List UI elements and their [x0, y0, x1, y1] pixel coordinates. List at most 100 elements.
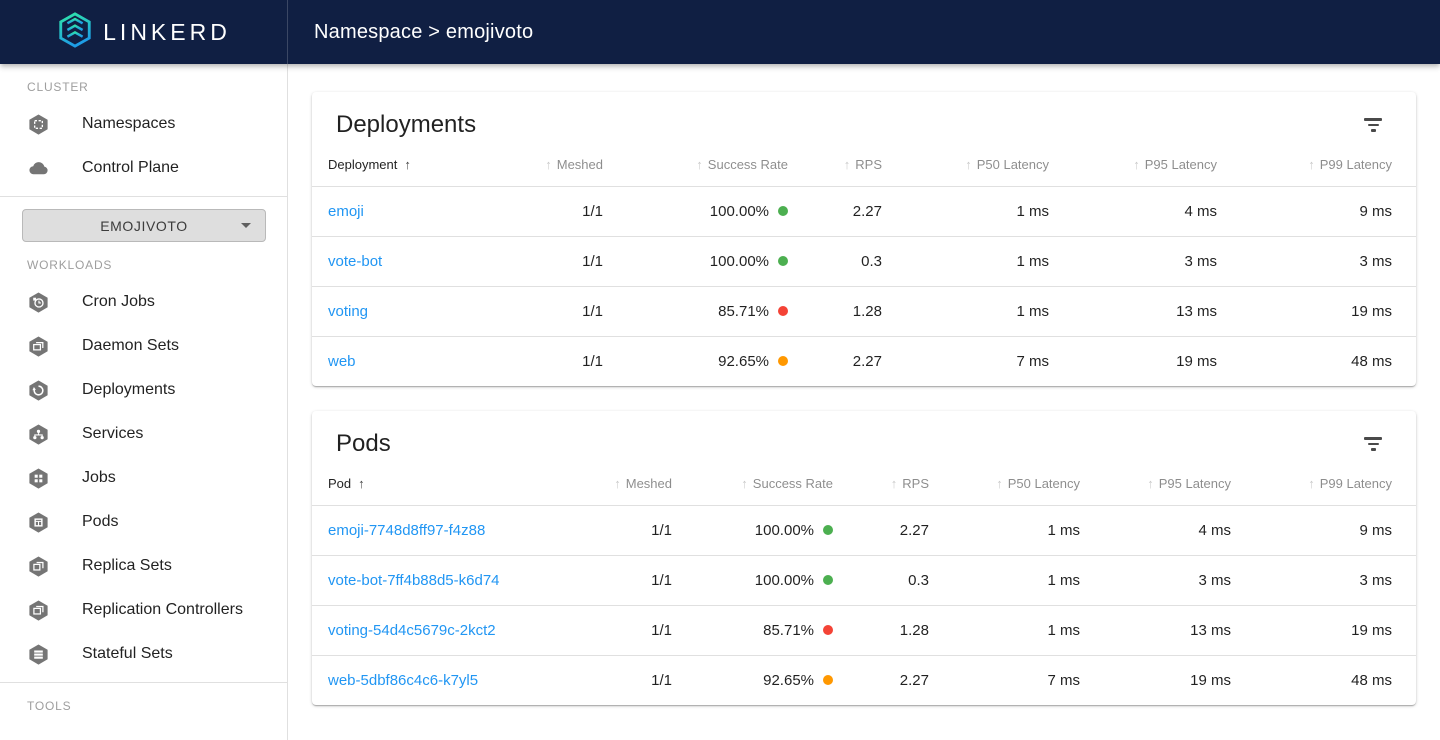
pods-card-title: Pods: [336, 430, 391, 458]
pod-link[interactable]: vote-bot-7ff4b88d5-k6d74: [328, 572, 500, 589]
cell-success-rate: 100.00%: [672, 556, 833, 606]
column-header-p50-latency[interactable]: ↑P50 Latency: [882, 145, 1049, 187]
namespace-select-value: EMOJIVOTO: [100, 218, 188, 234]
breadcrumb: Namespace > emojivoto: [314, 21, 533, 44]
deployment-link[interactable]: vote-bot: [328, 253, 382, 270]
pods-icon: [27, 511, 50, 534]
sort-asc-icon: ↑: [1308, 476, 1315, 491]
sidebar-item-cron-jobs[interactable]: Cron Jobs: [0, 280, 287, 324]
column-header-success-rate[interactable]: ↑Success Rate: [672, 464, 833, 506]
cell-p99-latency: 19 ms: [1231, 606, 1416, 656]
cell-p99-latency: 19 ms: [1217, 287, 1416, 337]
sort-asc-icon: ↑: [996, 476, 1003, 491]
sidebar-item-jobs[interactable]: Jobs: [0, 456, 287, 500]
deployments-table: Deployment↑ ↑Meshed ↑Success Rate ↑RPS ↑: [312, 145, 1416, 386]
cell-meshed: 1/1: [562, 556, 672, 606]
cell-meshed: 1/1: [562, 656, 672, 706]
column-header-meshed[interactable]: ↑Meshed: [492, 145, 603, 187]
cell-meshed: 1/1: [492, 287, 603, 337]
column-header-deployment[interactable]: Deployment↑: [312, 145, 492, 187]
success-rate-status-dot: [778, 356, 788, 366]
deployment-row: emoji 1/1 100.00% 2.27 1 ms 4 ms 9 ms: [312, 187, 1416, 237]
sidebar-item-deployments[interactable]: Deployments: [0, 368, 287, 412]
sidebar-item-services[interactable]: Services: [0, 412, 287, 456]
column-header-rps[interactable]: ↑RPS: [833, 464, 929, 506]
deployments-icon: [27, 379, 50, 402]
cell-rps: 2.27: [788, 187, 882, 237]
deployment-row: web 1/1 92.65% 2.27 7 ms 19 ms 48 ms: [312, 337, 1416, 387]
sidebar-item-pods[interactable]: Pods: [0, 500, 287, 544]
cell-pod-name: emoji-7748d8ff97-f4z88: [312, 506, 562, 556]
deployment-link[interactable]: voting: [328, 303, 368, 320]
cell-success-rate: 85.71%: [603, 287, 788, 337]
sort-asc-icon: ↑: [741, 476, 748, 491]
pod-link[interactable]: emoji-7748d8ff97-f4z88: [328, 522, 485, 539]
sidebar-item-replication-controllers[interactable]: Replication Controllers: [0, 588, 287, 632]
column-header-meshed[interactable]: ↑Meshed: [562, 464, 672, 506]
pods-table: Pod↑ ↑Meshed ↑Success Rate ↑RPS ↑P50 Lat: [312, 464, 1416, 705]
sidebar-divider: [0, 682, 287, 683]
cell-p95-latency: 19 ms: [1049, 337, 1217, 387]
header-breadcrumb-area: Namespace > emojivoto: [288, 0, 1440, 64]
cell-success-rate: 92.65%: [603, 337, 788, 387]
pod-link[interactable]: web-5dbf86c4c6-k7yl5: [328, 672, 478, 689]
cell-rps: 2.27: [833, 506, 929, 556]
column-header-p99-latency[interactable]: ↑P99 Latency: [1217, 145, 1416, 187]
sort-asc-icon: ↑: [965, 157, 972, 172]
success-rate-status-dot: [823, 525, 833, 535]
column-header-p99-latency[interactable]: ↑P99 Latency: [1231, 464, 1416, 506]
deployments-table-header-row: Deployment↑ ↑Meshed ↑Success Rate ↑RPS ↑: [312, 145, 1416, 187]
column-header-rps[interactable]: ↑RPS: [788, 145, 882, 187]
column-header-success-rate[interactable]: ↑Success Rate: [603, 145, 788, 187]
cell-rps: 0.3: [833, 556, 929, 606]
cell-p95-latency: 4 ms: [1080, 506, 1231, 556]
cell-p95-latency: 13 ms: [1049, 287, 1217, 337]
column-header-pod[interactable]: Pod↑: [312, 464, 562, 506]
cell-p95-latency: 4 ms: [1049, 187, 1217, 237]
jobs-icon: [27, 467, 50, 490]
success-rate-status-dot: [778, 306, 788, 316]
filter-icon[interactable]: [1360, 112, 1386, 138]
sort-asc-icon: ↑: [1308, 157, 1315, 172]
success-rate-status-dot: [823, 675, 833, 685]
column-header-p95-latency[interactable]: ↑P95 Latency: [1049, 145, 1217, 187]
cell-deployment-name: web: [312, 337, 492, 387]
filter-icon[interactable]: [1360, 431, 1386, 457]
column-header-p50-latency[interactable]: ↑P50 Latency: [929, 464, 1080, 506]
pods-table-body: emoji-7748d8ff97-f4z88 1/1 100.00% 2.27 …: [312, 506, 1416, 706]
cell-meshed: 1/1: [492, 187, 603, 237]
sort-asc-icon: ↑: [1147, 476, 1154, 491]
sort-asc-icon: ↑: [891, 476, 898, 491]
sidebar-item-daemon-sets[interactable]: Daemon Sets: [0, 324, 287, 368]
cell-success-rate: 100.00%: [603, 187, 788, 237]
deployments-card: Deployments Deployment↑ ↑Meshed: [312, 92, 1416, 386]
cell-meshed: 1/1: [492, 237, 603, 287]
cell-meshed: 1/1: [492, 337, 603, 387]
success-rate-status-dot: [823, 575, 833, 585]
sidebar-item-control-plane[interactable]: Control Plane: [0, 146, 287, 190]
deployment-link[interactable]: emoji: [328, 203, 364, 220]
main-content: Deployments Deployment↑ ↑Meshed: [288, 64, 1440, 740]
sidebar-item-namespaces[interactable]: Namespaces: [0, 102, 287, 146]
pod-link[interactable]: voting-54d4c5679c-2kct2: [328, 622, 496, 639]
column-header-p95-latency[interactable]: ↑P95 Latency: [1080, 464, 1231, 506]
sidebar-section-cluster: CLUSTER: [27, 80, 287, 94]
control-plane-icon: [27, 157, 50, 180]
linkerd-logo[interactable]: LINKERD: [0, 0, 288, 64]
cell-pod-name: voting-54d4c5679c-2kct2: [312, 606, 562, 656]
cell-p50-latency: 1 ms: [929, 606, 1080, 656]
cell-pod-name: vote-bot-7ff4b88d5-k6d74: [312, 556, 562, 606]
cell-deployment-name: vote-bot: [312, 237, 492, 287]
cell-meshed: 1/1: [562, 506, 672, 556]
cell-p95-latency: 3 ms: [1080, 556, 1231, 606]
cell-success-rate: 100.00%: [672, 506, 833, 556]
cell-p50-latency: 1 ms: [929, 506, 1080, 556]
cell-p99-latency: 3 ms: [1217, 237, 1416, 287]
deployment-link[interactable]: web: [328, 353, 356, 370]
sidebar-item-stateful-sets[interactable]: Stateful Sets: [0, 632, 287, 676]
pod-row: emoji-7748d8ff97-f4z88 1/1 100.00% 2.27 …: [312, 506, 1416, 556]
sidebar-item-replica-sets[interactable]: Replica Sets: [0, 544, 287, 588]
sidebar-section-tools: TOOLS: [27, 699, 287, 713]
cell-p99-latency: 48 ms: [1231, 656, 1416, 706]
namespace-select[interactable]: EMOJIVOTO: [22, 209, 266, 242]
